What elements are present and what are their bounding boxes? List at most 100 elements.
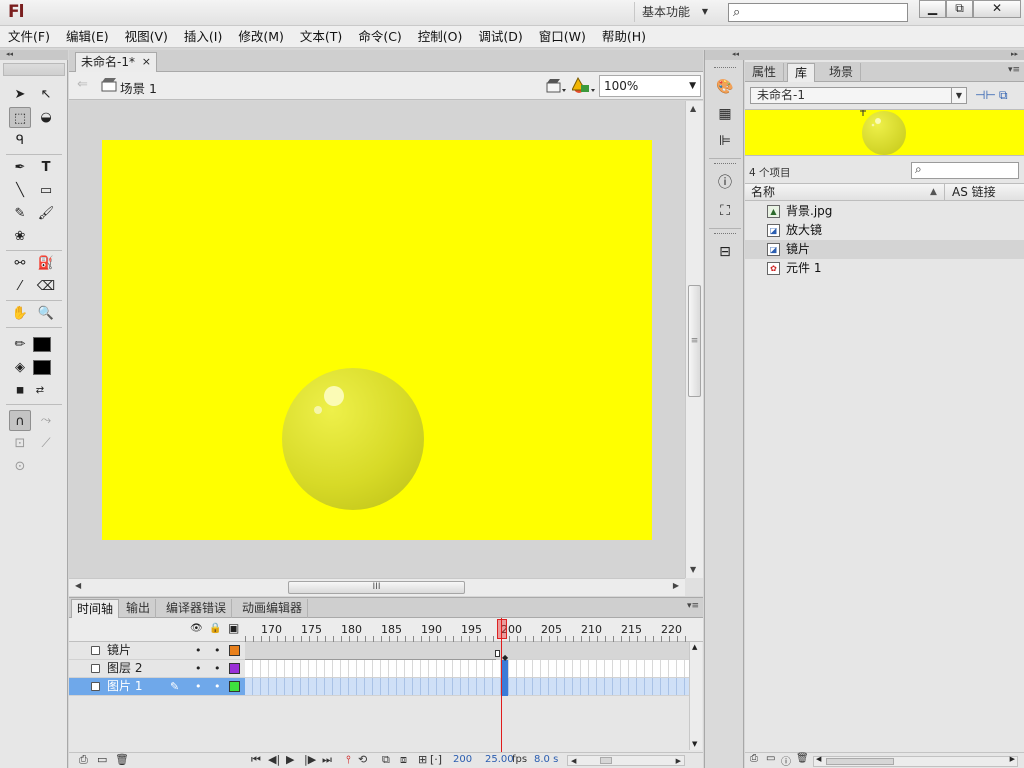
straighten-icon[interactable]: ⊡ (9, 433, 31, 454)
free-transform-tool-icon[interactable]: ⬚ (9, 107, 31, 128)
stage[interactable] (102, 140, 652, 540)
scroll-down-icon[interactable]: ▼ (692, 740, 697, 748)
stage-horizontal-scrollbar[interactable]: ◀ III ▶ (69, 578, 685, 596)
last-frame-icon[interactable]: ⏭ (322, 753, 332, 767)
document-tab[interactable]: 未命名-1* × (75, 52, 157, 72)
visibility-dot[interactable]: • (195, 642, 202, 659)
onion-skin-outlines-icon[interactable]: ⧈ (400, 753, 407, 767)
panel-grip[interactable] (3, 63, 65, 76)
first-frame-icon[interactable]: ⏮ (251, 753, 261, 767)
stage-vertical-scrollbar[interactable]: ▲ ≡ ▼ (685, 101, 703, 578)
subselection-tool-icon[interactable]: ↖ (35, 84, 57, 105)
hand-tool-icon[interactable]: ✋ (9, 303, 31, 324)
workspace-switcher[interactable]: 基本功能 ▼ (634, 2, 716, 22)
frame-row[interactable] (245, 678, 691, 696)
close-tab-icon[interactable]: × (142, 53, 151, 71)
help-search-input[interactable]: ⌕ (728, 3, 908, 22)
zoom-tool-icon[interactable]: 🔍 (35, 303, 57, 324)
scroll-right-icon[interactable]: ▶ (1010, 755, 1015, 763)
tab-timeline[interactable]: 时间轴 (71, 599, 120, 618)
new-layer-icon[interactable]: ⎙ (79, 753, 88, 767)
scroll-thumb[interactable]: ≡ (688, 285, 701, 397)
pencil-tool-icon[interactable]: ✎ (9, 203, 31, 224)
scroll-left-icon[interactable]: ◀ (571, 754, 576, 768)
eraser-tool-icon[interactable]: ⌫ (35, 276, 57, 297)
outline-color-swatch[interactable] (229, 663, 240, 674)
column-name[interactable]: 名称 (751, 184, 775, 200)
edit-multiple-frames-icon[interactable]: ⊞ (418, 753, 427, 767)
components-panel-icon[interactable]: ⊟ (715, 243, 735, 261)
new-symbol-icon[interactable]: ⎙ (750, 753, 758, 764)
swatches-panel-icon[interactable]: ▦ (715, 105, 735, 123)
visibility-dot[interactable]: • (195, 660, 202, 677)
lock-dot[interactable]: • (214, 642, 221, 659)
delete-icon[interactable]: 🗑 (796, 753, 809, 764)
selection-tool-icon[interactable]: ➤ (9, 84, 31, 105)
previous-frame-icon[interactable]: ◀| (268, 753, 280, 767)
smooth-icon[interactable]: ⤳ (35, 410, 57, 431)
pen-tool-icon[interactable]: ✒ (9, 157, 31, 178)
library-horizontal-scrollbar[interactable]: ◀ ▶ (813, 755, 1018, 767)
snap-to-objects-icon[interactable]: ∩ (9, 410, 31, 431)
menu-control[interactable]: 控制(O) (410, 26, 471, 48)
delete-layer-icon[interactable]: 🗑 (115, 753, 129, 767)
restore-button[interactable]: ⧉ (946, 0, 973, 18)
edit-scene-icon[interactable] (545, 77, 567, 95)
panel-grip[interactable] (714, 67, 736, 69)
panel-grip[interactable] (714, 163, 736, 165)
expand-panels-icon[interactable]: ◂◂ (705, 50, 745, 60)
menu-view[interactable]: 视图(V) (117, 26, 176, 48)
scroll-left-icon[interactable]: ◀ (75, 581, 81, 590)
eyedropper-tool-icon[interactable]: ⁄ (9, 276, 31, 297)
center-frame-icon[interactable]: ⫯ (346, 753, 351, 767)
lock-dot[interactable]: • (214, 678, 221, 695)
playhead-handle[interactable] (497, 619, 507, 639)
library-item[interactable]: ✿ 元件 1 (745, 259, 1024, 278)
loop-icon[interactable]: ⟲ (358, 753, 367, 767)
scroll-thumb[interactable] (826, 758, 894, 765)
timeline-horizontal-scrollbar[interactable]: ◀ ▶ (567, 755, 685, 766)
scroll-down-icon[interactable]: ▼ (690, 565, 696, 574)
scroll-thumb[interactable]: III (288, 581, 465, 594)
lock-all-icon[interactable]: 🔒 (209, 623, 221, 634)
info-panel-icon[interactable]: ⓘ (715, 174, 735, 192)
panel-menu-icon[interactable]: ▾≡ (1008, 65, 1020, 75)
new-library-panel-icon[interactable]: ⧉ (999, 88, 1008, 103)
scroll-up-icon[interactable]: ▲ (690, 104, 696, 113)
collapse-icon[interactable]: ▸▸ (745, 50, 1024, 60)
black-white-icon[interactable]: ◼ (9, 380, 31, 401)
edit-symbols-icon[interactable] (572, 77, 596, 95)
play-icon[interactable]: ▶ (286, 753, 294, 767)
lock-dot[interactable]: • (214, 660, 221, 677)
text-tool-icon[interactable]: T (35, 157, 57, 178)
visibility-dot[interactable]: • (195, 678, 202, 695)
transform-panel-icon[interactable]: ⛶ (715, 202, 735, 220)
scroll-right-icon[interactable]: ▶ (673, 581, 679, 590)
menu-commands[interactable]: 命令(C) (350, 26, 409, 48)
align-panel-icon[interactable]: ⊫ (715, 132, 735, 150)
tab-compiler-errors[interactable]: 编译器错误 (161, 599, 233, 618)
tab-scene[interactable]: 场景 (822, 63, 862, 82)
show-hide-all-icon[interactable]: 👁 (190, 623, 203, 634)
swap-colors-icon[interactable]: ⇄ (29, 380, 51, 401)
bone-tool-icon[interactable]: ⚯ (9, 253, 31, 274)
library-document-select[interactable]: 未命名-1 ▼ (750, 87, 967, 104)
timeline-vertical-scrollbar[interactable]: ▲ ▼ (689, 642, 702, 750)
scroll-right-icon[interactable]: ▶ (676, 754, 681, 768)
menu-modify[interactable]: 修改(M) (230, 26, 292, 48)
3d-rotation-tool-icon[interactable]: ◒ (35, 107, 57, 128)
menu-debug[interactable]: 调试(D) (470, 26, 530, 48)
line-tool-icon[interactable]: ╲ (9, 180, 31, 201)
menu-file[interactable]: 文件(F) (0, 26, 58, 48)
menu-edit[interactable]: 编辑(E) (58, 26, 117, 48)
new-folder-icon[interactable]: ▭ (766, 753, 775, 764)
rectangle-tool-icon[interactable]: ▭ (35, 180, 57, 201)
tab-properties[interactable]: 属性 (745, 63, 785, 82)
layer-row-selected[interactable]: 图片 1 ✎ • • (69, 678, 245, 696)
library-item-selected[interactable]: ◪ 镜片 (745, 240, 1024, 259)
layer-row[interactable]: 图层 2 • • (69, 660, 245, 678)
tab-motion-editor[interactable]: 动画编辑器 (237, 599, 309, 618)
library-search-input[interactable]: ⌕ (911, 162, 1019, 179)
brush-tool-icon[interactable]: 🖌 (35, 203, 57, 224)
outline-all-icon[interactable]: ▣ (228, 621, 239, 635)
